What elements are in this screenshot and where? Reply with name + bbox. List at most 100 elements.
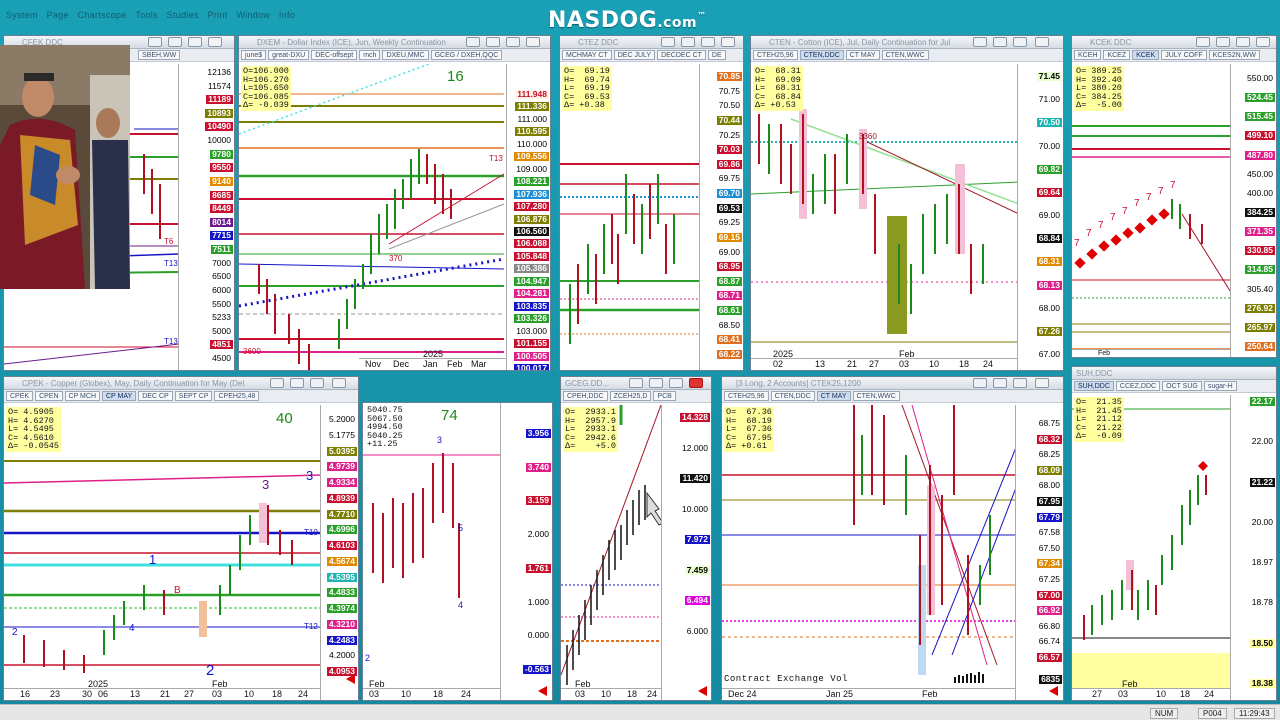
tab[interactable]: DEC JULY bbox=[613, 50, 656, 60]
chart-window-cpek[interactable]: CPEK - Copper (Globex), May, Daily Conti… bbox=[3, 376, 359, 701]
link-icon[interactable] bbox=[1196, 37, 1210, 47]
tab[interactable]: DEC-offsept bbox=[311, 50, 358, 60]
close-button[interactable] bbox=[1035, 37, 1049, 47]
link-icon[interactable] bbox=[661, 37, 675, 47]
minimize-button[interactable] bbox=[993, 37, 1007, 47]
tab[interactable]: sugar-H bbox=[1203, 381, 1237, 391]
close-button[interactable] bbox=[1035, 378, 1049, 388]
minimize-button[interactable] bbox=[649, 378, 663, 388]
minimize-button[interactable] bbox=[993, 378, 1007, 388]
tab[interactable]: mch bbox=[359, 50, 381, 60]
price-level-label: 4.3974 bbox=[327, 603, 357, 613]
svg-text:7: 7 bbox=[1134, 198, 1140, 209]
scroll-right-arrow[interactable] bbox=[346, 674, 355, 684]
maximize-button[interactable] bbox=[1013, 37, 1027, 47]
tab[interactable]: CPEH,DDC bbox=[563, 391, 608, 401]
link-icon[interactable] bbox=[973, 378, 987, 388]
chart-window-ctez[interactable]: CTEZ DDC MCHMAY CT DEC JULY DECDEC CT DE bbox=[559, 35, 744, 371]
tab[interactable]: ZCEH25,D bbox=[609, 391, 652, 401]
tab[interactable]: great-DXU bbox=[268, 50, 310, 60]
tab[interactable]: SUH,DDC bbox=[1074, 381, 1114, 391]
tab[interactable]: CTEH25,96 bbox=[753, 50, 798, 60]
maximize-button[interactable] bbox=[701, 37, 715, 47]
tab[interactable]: DEC CP bbox=[138, 391, 173, 401]
tab[interactable]: OCT SUG bbox=[1162, 381, 1202, 391]
chart-plot[interactable]: O= 21.35 H= 21.45 L= 21.12 C= 21.22 Δ= -… bbox=[1072, 395, 1276, 700]
ohlc-readout: O= 68.31 H= 69.09 L= 68.31 C= 68.84 Δ= +… bbox=[753, 66, 803, 111]
maximize-button[interactable] bbox=[506, 37, 520, 47]
tab[interactable]: JULY COFF bbox=[1161, 50, 1207, 60]
tab[interactable]: MCHMAY CT bbox=[562, 50, 612, 60]
chart-window-kcek[interactable]: KCEK DDC KCEH KCEZ KCEK JULY COFF KCES2N… bbox=[1071, 35, 1277, 358]
maximize-button[interactable] bbox=[669, 378, 683, 388]
minimize-button[interactable] bbox=[168, 37, 182, 47]
close-button[interactable] bbox=[721, 37, 735, 47]
maximize-button[interactable] bbox=[310, 378, 324, 388]
scroll-right-arrow[interactable] bbox=[1049, 686, 1058, 696]
close-button[interactable] bbox=[689, 378, 703, 388]
price-level-label: -0.563 bbox=[522, 664, 551, 674]
link-icon[interactable] bbox=[629, 378, 643, 388]
chart-plot[interactable]: 7777 77777 O= 389.25 H= 392.40 L= 380.20… bbox=[1072, 64, 1276, 357]
chart-plot[interactable]: O= 69.19 H= 69.74 L= 69.19 C= 69.53 Δ= +… bbox=[560, 64, 743, 370]
chart-plot[interactable]: O= 2933.1 H= 2957.9 L= 2933.1 C= 2942.6 … bbox=[561, 405, 711, 700]
minimize-button[interactable] bbox=[1216, 37, 1230, 47]
tab[interactable]: CP MCH bbox=[64, 391, 100, 401]
tab[interactable]: CP MAY bbox=[102, 391, 137, 401]
tab[interactable]: CCEZ,DDC bbox=[1115, 381, 1161, 391]
tab[interactable]: CTEN,WWC bbox=[881, 50, 929, 60]
chart-window-gceg[interactable]: GCEG.DD... CPEH,DDC ZCEH25,D PCB O= 2933… bbox=[560, 376, 712, 701]
tab[interactable]: KCEH bbox=[1074, 50, 1102, 60]
close-button[interactable] bbox=[332, 378, 346, 388]
close-button[interactable] bbox=[1256, 37, 1270, 47]
maximize-button[interactable] bbox=[1013, 378, 1027, 388]
tab[interactable]: DXEU,MMC bbox=[382, 50, 429, 60]
chart-plot[interactable]: T13 370 3600 16 O=106.000 H=106.270 L=10… bbox=[239, 64, 550, 370]
tab[interactable]: SEPT CP bbox=[174, 391, 213, 401]
link-icon[interactable] bbox=[973, 37, 987, 47]
tab[interactable]: CTEN,DDC bbox=[799, 50, 844, 60]
chart-window-dxem[interactable]: DXEM - Dollar Index (ICE), Jun, Weekly C… bbox=[238, 35, 551, 371]
chart-window-cten[interactable]: CTEN - Cotton (ICE), Jul, Daily Continua… bbox=[750, 35, 1064, 371]
chart-plot[interactable]: 3360 O= 68.31 H= 69.09 L= 68.31 C= 68.84… bbox=[751, 64, 1063, 370]
minimize-button[interactable] bbox=[486, 37, 500, 47]
tab[interactable]: KCEZ bbox=[1103, 50, 1131, 60]
main-menu[interactable]: System Page Chartscope Tools Studies Pri… bbox=[6, 10, 295, 20]
chart-window-suh[interactable]: SUH,DDC SUH,DDC CCEZ,DDC OCT SUG sugar-H bbox=[1071, 366, 1277, 701]
tab[interactable]: SBEH,WW bbox=[138, 50, 181, 60]
tab[interactable]: PCB bbox=[653, 391, 676, 401]
chart-plot[interactable]: O= 67.36 H= 68.19 L= 67.36 C= 67.95 Δ= +… bbox=[722, 405, 1063, 700]
chart-plot[interactable]: 3 3 1 2 2 B 4 T10 T12 40 O= 4.5905 H= 4.6270… bbox=[4, 405, 358, 700]
chart-window-spread[interactable]: [3 Long, 2 Accounts] CTEK25,1200 CTEH25,… bbox=[721, 376, 1064, 701]
tab[interactable]: KCEK bbox=[1132, 50, 1160, 60]
minimize-button[interactable] bbox=[681, 37, 695, 47]
price-level-label: 69.15 bbox=[716, 231, 742, 242]
chart-plot[interactable]: 3 5 4 2 5040.75 5067.50 4994.50 5040.25 +11… bbox=[363, 403, 552, 700]
link-icon[interactable] bbox=[270, 378, 284, 388]
price-level-label: 110.595 bbox=[514, 126, 549, 137]
minimize-button[interactable] bbox=[290, 378, 304, 388]
tab[interactable]: DECDEC CT bbox=[657, 50, 706, 60]
tab[interactable]: CTEN,DDC bbox=[770, 391, 815, 401]
tab[interactable]: CPEH25,48 bbox=[214, 391, 260, 401]
scroll-right-arrow[interactable] bbox=[698, 686, 707, 696]
tab[interactable]: CPEN bbox=[35, 391, 63, 401]
close-button[interactable] bbox=[208, 37, 222, 47]
tab[interactable]: KCES2N,WW bbox=[1208, 50, 1260, 60]
tab[interactable]: CPEK bbox=[6, 391, 34, 401]
tab[interactable]: DE bbox=[707, 50, 726, 60]
link-icon[interactable] bbox=[148, 37, 162, 47]
maximize-button[interactable] bbox=[1236, 37, 1250, 47]
tab[interactable]: june$ bbox=[241, 50, 267, 60]
close-button[interactable] bbox=[526, 37, 540, 47]
tab[interactable]: GCEG / DXEH,QQC bbox=[430, 50, 503, 60]
tab[interactable]: CT MAY bbox=[845, 50, 880, 60]
tab[interactable]: CTEN,WWC bbox=[852, 391, 900, 401]
chart-window-es[interactable]: 3 5 4 2 5040.75 5067.50 4994.50 5040.25 +11… bbox=[362, 402, 553, 701]
tab[interactable]: CT MAY bbox=[816, 391, 851, 401]
price-level-label: 265.97 bbox=[1245, 321, 1275, 332]
link-icon[interactable] bbox=[466, 37, 480, 47]
tab[interactable]: CTEH25,96 bbox=[724, 391, 769, 401]
scroll-right-arrow[interactable] bbox=[538, 686, 547, 696]
maximize-button[interactable] bbox=[188, 37, 202, 47]
